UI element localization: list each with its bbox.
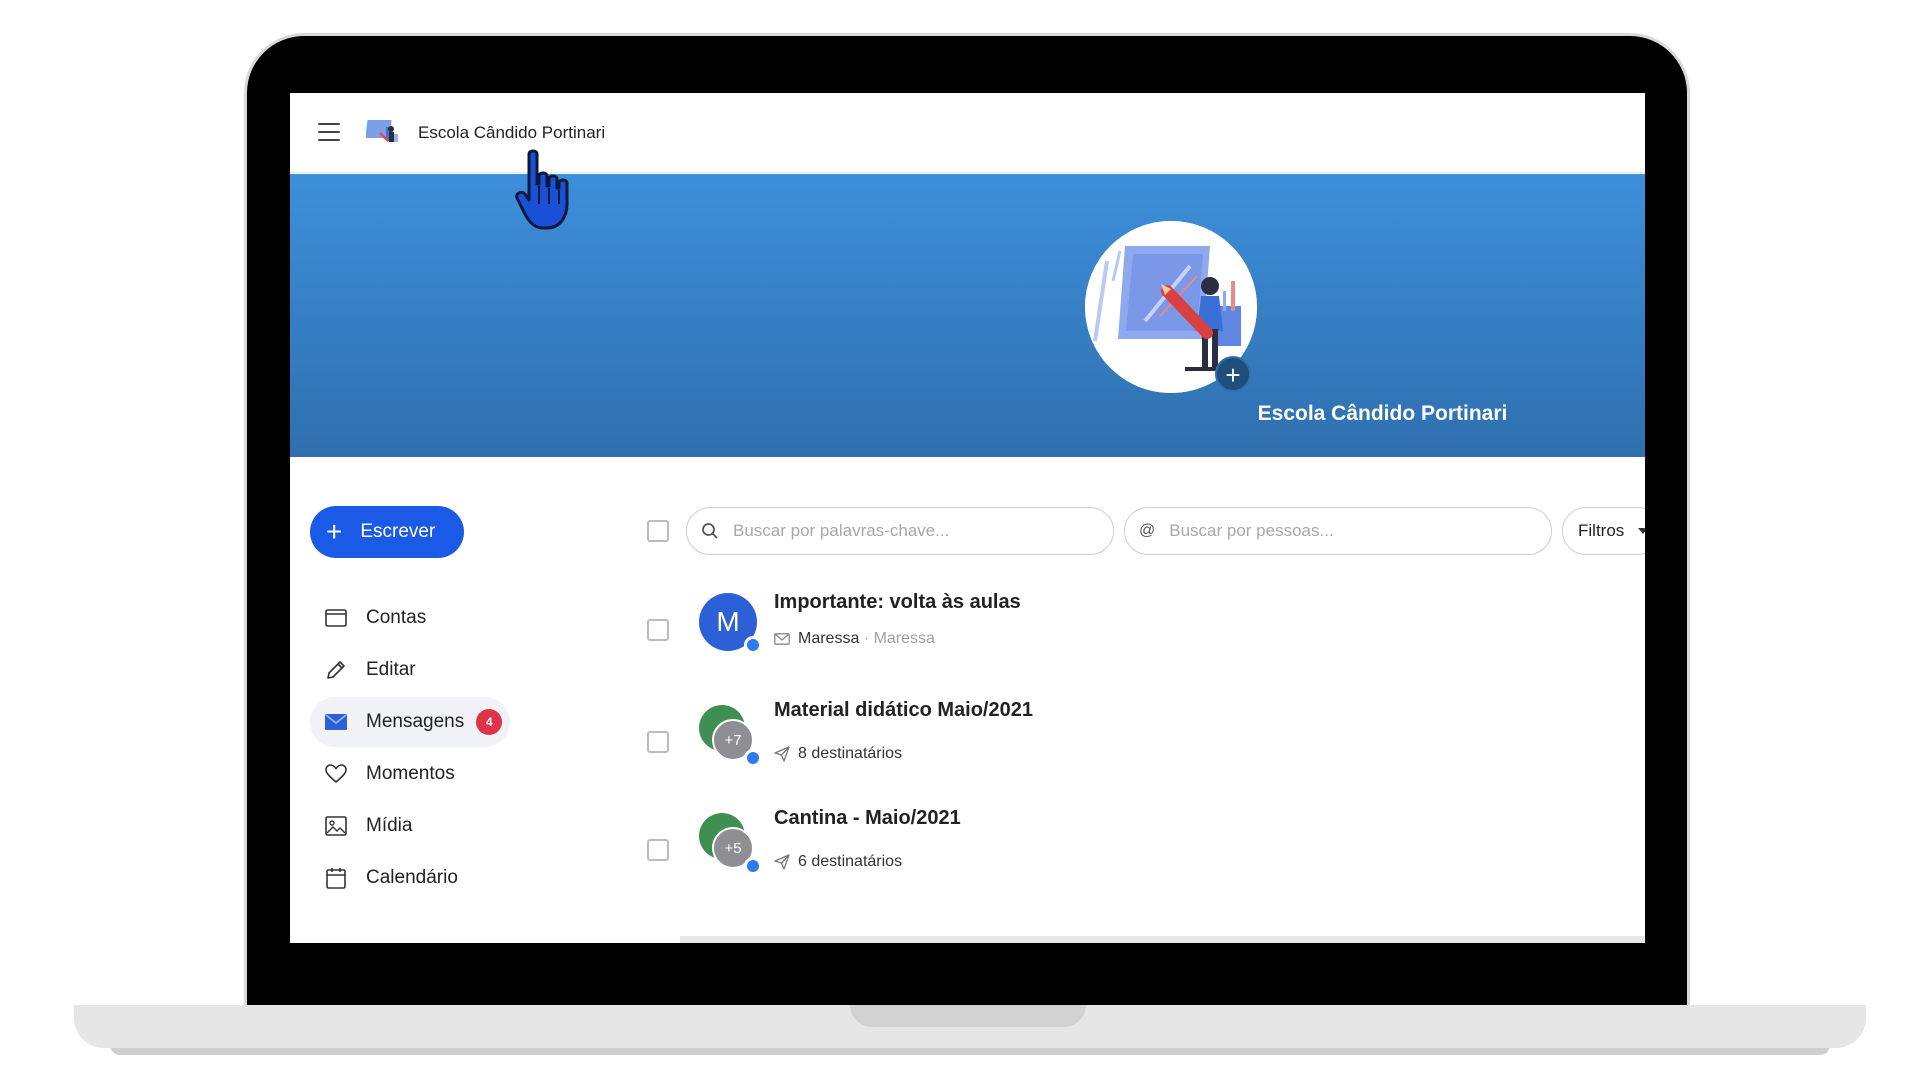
message-meta: 8 destinatários <box>774 745 902 763</box>
partial-message-row[interactable] <box>680 936 1645 943</box>
send-icon <box>774 746 790 762</box>
message-checkbox[interactable] <box>647 731 669 753</box>
hand-pointer-icon <box>515 149 569 230</box>
add-photo-button[interactable]: + <box>1215 356 1251 392</box>
send-icon <box>774 854 790 870</box>
pencil-icon <box>324 658 348 682</box>
menu-icon[interactable] <box>318 123 340 141</box>
envelope-outline-icon <box>774 633 790 645</box>
sender-secondary: Maressa <box>873 630 935 647</box>
compose-label: Escrever <box>360 521 436 542</box>
sidebar-item-label: Mensagens <box>366 711 465 732</box>
sidebar-item-label: Contas <box>366 607 427 628</box>
sidebar-item-label: Momentos <box>366 763 455 784</box>
recipient-summary: 8 destinatários <box>798 745 903 762</box>
message-meta: 6 destinatários <box>774 853 902 871</box>
message-subject: Material didático Maio/2021 <box>774 699 1033 721</box>
compose-button[interactable]: + Escrever <box>310 506 464 558</box>
envelope-icon <box>324 710 348 734</box>
message-subject: Cantina - Maio/2021 <box>774 807 961 829</box>
sender-name: Maressa <box>798 630 860 647</box>
people-search: @ <box>1124 507 1552 555</box>
message-meta: Maressa · Maressa <box>774 630 935 648</box>
sidebar-item-momentos[interactable]: Momentos <box>310 749 520 799</box>
unread-dot <box>744 749 762 767</box>
message-checkbox[interactable] <box>647 839 669 861</box>
keyword-search-input[interactable] <box>733 521 1053 541</box>
calendar-card-icon <box>324 606 348 630</box>
filters-dropdown[interactable]: Filtros <box>1562 507 1645 555</box>
at-sign-icon: @ <box>1139 522 1156 539</box>
heart-icon <box>324 762 348 786</box>
sidebar-item-contas[interactable]: Contas <box>310 593 520 643</box>
image-icon <box>324 814 348 838</box>
message-row[interactable]: M Importante: volta às aulas Maressa · M… <box>647 591 1645 693</box>
message-row[interactable]: +5 Cantina - Maio/2021 6 destinatários <box>647 801 1645 901</box>
unread-count-badge: 4 <box>476 709 503 735</box>
app-screen: Escola Cândido Portinari + Escola Cândid… <box>290 93 1645 943</box>
school-logo-icon[interactable] <box>366 117 400 149</box>
calendar-icon <box>324 866 348 890</box>
unread-dot <box>744 857 762 875</box>
sidebar-nav: Contas Editar Mensagens 4 Momentos Mídia… <box>310 593 520 905</box>
sidebar-item-label: Calendário <box>366 867 458 888</box>
keyword-search <box>686 507 1114 555</box>
search-icon <box>702 523 718 539</box>
top-bar: Escola Cândido Portinari <box>290 93 1645 173</box>
meta-separator: · <box>859 630 874 647</box>
sidebar-item-editar[interactable]: Editar <box>310 645 520 695</box>
filters-label: Filtros <box>1578 521 1625 540</box>
message-checkbox[interactable] <box>647 619 669 641</box>
laptop-notch <box>850 1005 1086 1027</box>
sidebar-item-mensagens[interactable]: Mensagens 4 <box>310 697 510 747</box>
people-search-input[interactable] <box>1169 521 1490 541</box>
sidebar-item-label: Editar <box>366 659 416 680</box>
sidebar-item-calendario[interactable]: Calendário <box>310 853 520 903</box>
recipient-summary: 6 destinatários <box>798 853 903 870</box>
select-all-checkbox[interactable] <box>647 520 669 542</box>
profile-banner: + Escola Cândido Portinari <box>290 174 1645 457</box>
banner-title: Escola Cândido Portinari <box>290 402 1645 426</box>
sidebar-item-midia[interactable]: Mídia <box>310 801 520 851</box>
banner-title-text: Escola Cândido Portinari <box>1257 402 1508 425</box>
sidebar-item-label: Mídia <box>366 815 413 836</box>
unread-dot <box>744 636 762 654</box>
avatar-initial: M <box>716 606 740 637</box>
message-row[interactable]: +7 Material didático Maio/2021 8 destina… <box>647 691 1645 791</box>
chevron-down-icon <box>1638 528 1645 534</box>
school-name[interactable]: Escola Cândido Portinari <box>418 123 605 143</box>
plus-icon: + <box>326 516 343 547</box>
message-subject: Importante: volta às aulas <box>774 591 1021 613</box>
